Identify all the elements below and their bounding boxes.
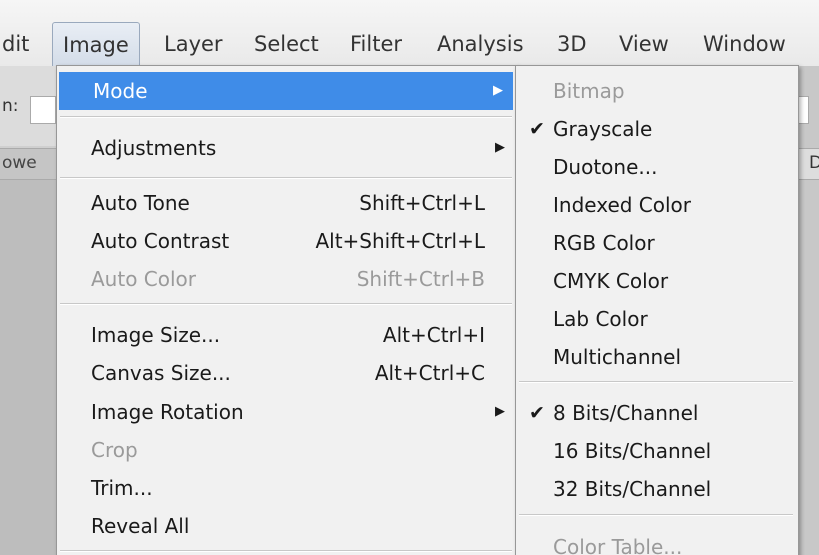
menu-select[interactable]: Select <box>254 24 319 64</box>
menu-item-label: Auto Tone <box>91 191 190 215</box>
submenu-item-multichannel[interactable]: Multichannel <box>516 338 796 376</box>
menu-item-label: Canvas Size... <box>91 361 231 385</box>
mode-submenu: Bitmap ✔ Grayscale Duotone... Indexed Co… <box>515 65 799 555</box>
submenu-item-duotone[interactable]: Duotone... <box>516 148 796 186</box>
menu-filter[interactable]: Filter <box>350 24 402 64</box>
menu-item-shortcut: Alt+Ctrl+C <box>374 361 485 385</box>
menu-item-auto-tone[interactable]: Auto Tone Shift+Ctrl+L <box>57 184 515 222</box>
menu-bar: dit Image Layer Select Filter Analysis 3… <box>0 0 819 67</box>
menu-item-trim[interactable]: Trim... <box>57 469 515 507</box>
menu-item-crop: Crop <box>57 431 515 469</box>
menu-item-auto-color: Auto Color Shift+Ctrl+B <box>57 260 515 298</box>
menu-item-label: Image Size... <box>91 323 221 347</box>
menu-item-mode[interactable]: Mode ▶ <box>59 72 513 110</box>
submenu-item-16-bits[interactable]: 16 Bits/Channel <box>516 432 796 470</box>
menu-item-label: Crop <box>91 438 138 462</box>
menu-item-label: Adjustments <box>91 136 217 160</box>
submenu-item-8-bits[interactable]: ✔ 8 Bits/Channel <box>516 394 796 432</box>
submenu-arrow-icon: ▶ <box>493 83 503 98</box>
menu-item-image-rotation[interactable]: Image Rotation ▶ <box>57 393 515 431</box>
submenu-item-cmyk-color[interactable]: CMYK Color <box>516 262 796 300</box>
options-input[interactable] <box>30 96 56 124</box>
options-label: n: <box>2 96 19 116</box>
submenu-item-label: Multichannel <box>553 345 682 369</box>
submenu-item-32-bits[interactable]: 32 Bits/Channel <box>516 470 796 508</box>
submenu-item-label: 16 Bits/Channel <box>553 439 712 463</box>
menu-item-image-size[interactable]: Image Size... Alt+Ctrl+I <box>57 316 515 354</box>
workspace-background <box>0 180 56 555</box>
menu-image[interactable]: Image <box>52 22 140 67</box>
menu-separator <box>60 303 512 305</box>
menu-item-label: Trim... <box>91 476 153 500</box>
menu-item-label: Image Rotation <box>91 400 244 424</box>
menu-item-label: Reveal All <box>91 514 190 538</box>
menu-item-reveal-all[interactable]: Reveal All <box>57 507 515 545</box>
check-icon: ✔ <box>529 118 545 140</box>
menu-3d[interactable]: 3D <box>557 24 587 64</box>
submenu-arrow-icon: ▶ <box>495 404 505 419</box>
menu-item-label: Auto Color <box>91 267 197 291</box>
menu-separator <box>60 550 512 552</box>
menu-item-shortcut: Alt+Ctrl+I <box>382 323 485 347</box>
check-icon: ✔ <box>529 402 545 424</box>
submenu-item-label: RGB Color <box>553 231 655 255</box>
submenu-item-lab-color[interactable]: Lab Color <box>516 300 796 338</box>
menu-layer[interactable]: Layer <box>164 24 223 64</box>
menu-item-canvas-size[interactable]: Canvas Size... Alt+Ctrl+C <box>57 354 515 392</box>
menu-item-auto-contrast[interactable]: Auto Contrast Alt+Shift+Ctrl+L <box>57 222 515 260</box>
submenu-separator <box>519 514 793 516</box>
submenu-item-label: Color Table... <box>553 535 683 555</box>
menu-item-shortcut: Shift+Ctrl+L <box>359 191 485 215</box>
menu-item-label: Mode <box>93 79 148 103</box>
menu-item-shortcut: Shift+Ctrl+B <box>356 267 485 291</box>
submenu-item-label: CMYK Color <box>553 269 669 293</box>
menu-window[interactable]: Window <box>703 24 786 64</box>
submenu-separator <box>519 381 793 383</box>
submenu-arrow-icon: ▶ <box>495 140 505 155</box>
panel-tab-label: owe <box>2 153 37 173</box>
submenu-item-grayscale[interactable]: ✔ Grayscale <box>516 110 796 148</box>
menu-separator <box>60 116 512 118</box>
image-menu: Mode ▶ Adjustments ▶ Auto Tone Shift+Ctr… <box>56 65 518 555</box>
menu-view[interactable]: View <box>619 24 669 64</box>
submenu-item-label: Lab Color <box>553 307 648 331</box>
submenu-item-label: Duotone... <box>553 155 658 179</box>
submenu-item-rgb-color[interactable]: RGB Color <box>516 224 796 262</box>
submenu-item-label: Bitmap <box>553 79 625 103</box>
menu-separator <box>60 177 512 179</box>
submenu-item-indexed-color[interactable]: Indexed Color <box>516 186 796 224</box>
menu-analysis[interactable]: Analysis <box>437 24 524 64</box>
menu-item-label: Auto Contrast <box>91 229 230 253</box>
submenu-item-label: 32 Bits/Channel <box>553 477 712 501</box>
submenu-item-color-table: Color Table... <box>516 528 796 555</box>
menu-item-adjustments[interactable]: Adjustments ▶ <box>57 129 515 167</box>
menu-edit[interactable]: dit <box>2 24 29 64</box>
submenu-item-bitmap: Bitmap <box>516 72 796 110</box>
submenu-item-label: 8 Bits/Channel <box>553 401 699 425</box>
photoshop-window: dit Image Layer Select Filter Analysis 3… <box>0 0 819 555</box>
right-panel-tab-label: D <box>809 153 819 173</box>
right-workspace <box>797 66 819 555</box>
menu-item-shortcut: Alt+Shift+Ctrl+L <box>315 229 485 253</box>
submenu-item-label: Grayscale <box>553 117 653 141</box>
submenu-item-label: Indexed Color <box>553 193 692 217</box>
